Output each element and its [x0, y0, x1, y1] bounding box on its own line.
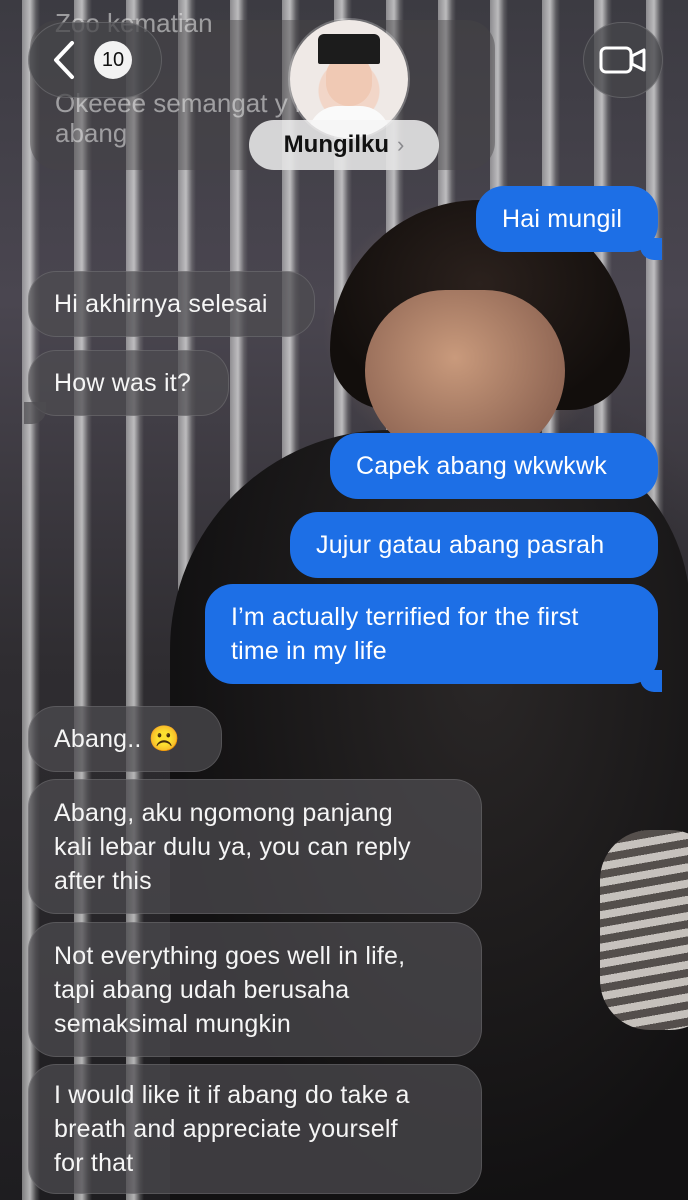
message-text-line: breath and appreciate yourself: [54, 1115, 398, 1143]
message-text-line: I would like it if abang do take a: [54, 1081, 410, 1109]
message-text-line: time in my life: [231, 637, 387, 665]
message-text-line: Abang, aku ngomong panjang: [54, 798, 393, 827]
chevron-left-icon: [54, 41, 74, 79]
message-text: Capek abang wkwkwk: [356, 452, 607, 480]
chevron-right-icon: ›: [397, 132, 405, 157]
message-text-line: after this: [54, 866, 152, 895]
message-bubble-sent[interactable]: I’m actually terrified for the first tim…: [205, 584, 658, 684]
previous-message-line: abang: [55, 118, 128, 148]
video-camera-icon: [599, 46, 646, 74]
message-text-line: I’m actually terrified for the first: [231, 603, 579, 631]
contact-name-button[interactable]: Mungilku ›: [249, 120, 439, 170]
message-bubble-received[interactable]: Hi akhirnya selesai: [28, 271, 315, 337]
message-text: Abang.. ☹️: [54, 725, 181, 753]
video-call-button[interactable]: [583, 22, 663, 98]
message-text: How was it?: [54, 369, 191, 397]
message-bubble-received[interactable]: Not everything goes well in life, tapi a…: [28, 922, 482, 1057]
message-bubble-sent[interactable]: Hai mungil: [476, 186, 658, 252]
message-bubble-received[interactable]: Abang, aku ngomong panjang kali lebar du…: [28, 779, 482, 914]
back-button[interactable]: 10: [28, 22, 162, 98]
avatar-cap: [318, 34, 380, 64]
message-bubble-received[interactable]: How was it?: [28, 350, 229, 416]
message-text-line: kali lebar dulu ya, you can reply: [54, 832, 411, 861]
contact-name: Mungilku: [283, 131, 389, 158]
message-bubble-received[interactable]: Abang.. ☹️: [28, 706, 222, 772]
message-text: Hai mungil: [502, 205, 623, 233]
message-bubble-received[interactable]: I would like it if abang do take a breat…: [28, 1064, 482, 1194]
message-text-line: for that: [54, 1149, 134, 1177]
message-bubble-sent[interactable]: Jujur gatau abang pasrah: [290, 512, 658, 578]
unread-count-badge: 10: [94, 41, 132, 79]
message-text: Jujur gatau abang pasrah: [316, 531, 605, 559]
message-bubble-sent[interactable]: Capek abang wkwkwk: [330, 433, 658, 499]
message-text: Hi akhirnya selesai: [54, 290, 268, 318]
message-text-line: tapi abang udah berusaha: [54, 975, 350, 1004]
wallpaper-figure-knee: [600, 830, 688, 1030]
message-text-line: Not everything goes well in life,: [54, 941, 406, 970]
message-text-line: semaksimal mungkin: [54, 1009, 292, 1038]
